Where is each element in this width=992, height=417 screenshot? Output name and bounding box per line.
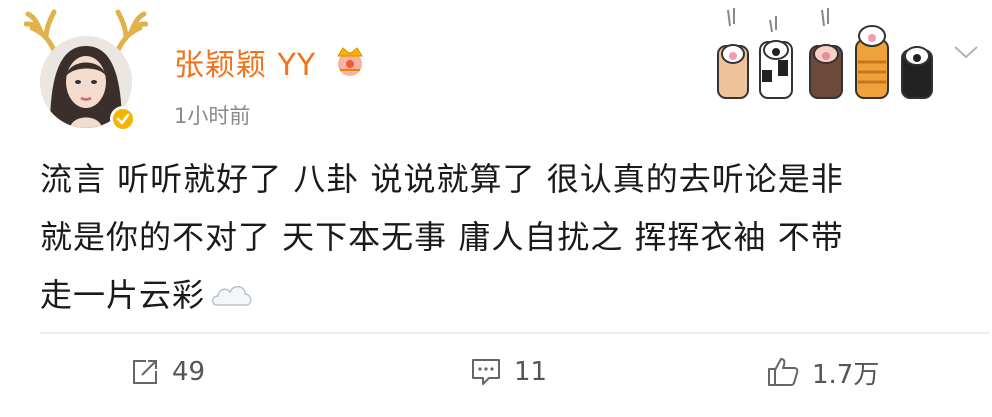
avatar-frame[interactable] (22, 8, 152, 138)
cloud-emoji (211, 285, 252, 306)
comment-icon (472, 359, 500, 385)
like-button[interactable]: 1.7万 (766, 352, 879, 392)
repost-count: 49 (172, 357, 206, 387)
author-name[interactable]: 张颖颖 YY (174, 40, 316, 84)
cat-paw-decoration (717, 8, 933, 99)
crown-icon (337, 47, 363, 76)
post-content-line: 就是你的不对了 天下本无事 庸人自扰之 挥挥衣袖 不带 (40, 218, 844, 256)
repost-icon (133, 360, 157, 384)
thumbs-up-icon (768, 358, 799, 386)
post-content: 流言 听听就好了 八卦 说说就算了 很认真的去听论是非 就是你的不对了 天下本无… (40, 150, 970, 324)
comment-count: 11 (514, 357, 548, 387)
verified-badge-icon (110, 106, 136, 132)
divider (40, 332, 990, 334)
weibo-post-card: 张颖颖 YY 1小时前 流言 听听就好了 八卦 说说就算了 很认真的去听论是非 … (0, 0, 992, 417)
post-content-line: 流言 听听就好了 八卦 说说就算了 很认真的去听论是非 (40, 160, 844, 198)
post-content-line-last: 走一片云彩 (40, 266, 970, 324)
chevron-down-icon[interactable] (953, 44, 979, 60)
like-count: 1.7万 (812, 359, 880, 390)
comment-button[interactable]: 11 (470, 352, 547, 392)
repost-button[interactable]: 49 (130, 352, 205, 392)
post-content-text: 走一片云彩 (40, 276, 206, 314)
post-timestamp[interactable]: 1小时前 (174, 100, 250, 130)
